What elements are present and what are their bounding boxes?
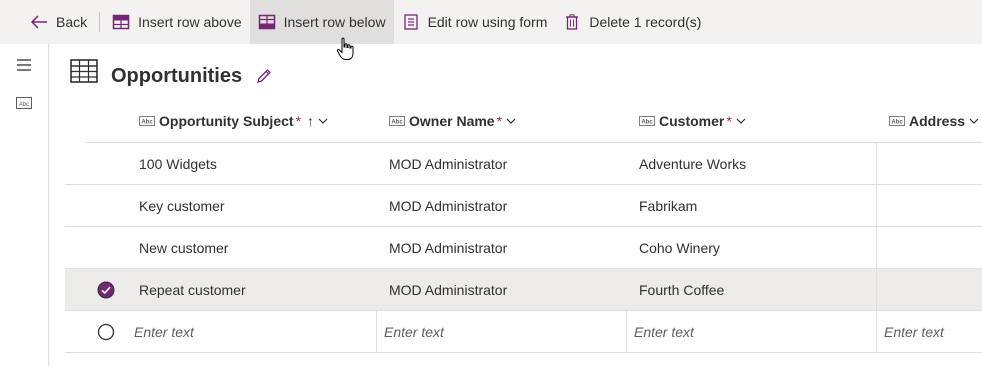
insert-row-below-button[interactable]: Insert row below	[249, 0, 394, 44]
text-column-icon: Abc	[889, 116, 905, 126]
new-customer-input[interactable]: Enter text	[634, 311, 694, 352]
chevron-down-icon	[969, 118, 979, 124]
insert-row-above-icon	[112, 13, 130, 31]
cell-owner[interactable]: MOD Administrator	[389, 269, 507, 310]
insert-row-below-label: Insert row below	[283, 14, 386, 30]
cell-divider	[876, 269, 877, 310]
text-column-icon: Abc	[389, 116, 405, 126]
checkmark-circle-icon[interactable]	[97, 281, 115, 299]
edit-row-form-button[interactable]: Edit row using form	[394, 0, 556, 44]
insert-row-above-label: Insert row above	[138, 14, 242, 30]
table-row[interactable]: Key customer MOD Administrator Fabrikam	[65, 185, 982, 227]
column-label: Customer	[659, 113, 725, 129]
cell-divider	[876, 227, 877, 268]
delete-records-button[interactable]: Delete 1 record(s)	[555, 0, 709, 44]
cell-divider	[876, 311, 877, 352]
new-row[interactable]: Enter text Enter text Enter text Enter t…	[65, 311, 982, 353]
cell-subject[interactable]: Key customer	[139, 185, 225, 226]
toolbar-divider	[99, 12, 101, 32]
cell-divider	[626, 311, 627, 352]
required-marker: *	[726, 113, 732, 129]
table-icon	[70, 59, 98, 88]
chevron-down-icon	[318, 118, 328, 124]
text-column-icon: Abc	[639, 116, 655, 126]
empty-circle-icon[interactable]	[97, 323, 115, 341]
trash-icon	[563, 13, 581, 31]
cell-subject[interactable]: Repeat customer	[139, 269, 246, 310]
column-label: Opportunity Subject	[159, 113, 294, 129]
form-icon	[402, 13, 420, 31]
delete-records-label: Delete 1 record(s)	[589, 14, 702, 30]
cell-customer[interactable]: Coho Winery	[639, 227, 720, 268]
required-marker: *	[295, 113, 302, 129]
insert-row-above-button[interactable]: Insert row above	[104, 0, 250, 44]
svg-text:Abc: Abc	[19, 102, 29, 108]
cell-subject[interactable]: New customer	[139, 227, 228, 268]
insert-row-below-icon	[258, 13, 276, 31]
column-label: Owner Name	[409, 113, 495, 129]
chevron-down-icon	[506, 118, 516, 124]
back-label: Back	[56, 14, 88, 30]
new-owner-input[interactable]: Enter text	[384, 311, 444, 352]
left-rail: Abc	[0, 44, 49, 366]
svg-text:Abc: Abc	[891, 120, 903, 126]
edit-pencil-icon[interactable]	[256, 68, 272, 89]
chevron-down-icon	[736, 118, 746, 124]
cell-divider	[876, 143, 877, 184]
cell-owner[interactable]: MOD Administrator	[389, 185, 507, 226]
column-header-opportunity-subject[interactable]: Abc Opportunity Subject * ↑	[139, 100, 328, 142]
back-button[interactable]: Back	[0, 0, 95, 44]
svg-text:Abc: Abc	[141, 120, 153, 126]
new-address-input[interactable]: Enter text	[884, 311, 944, 352]
cell-owner[interactable]: MOD Administrator	[389, 143, 507, 184]
page-title: Opportunities	[111, 65, 243, 87]
column-header-customer[interactable]: Abc Customer *	[639, 100, 746, 142]
hand-cursor-icon	[336, 37, 354, 60]
back-arrow-icon	[30, 13, 48, 31]
svg-text:Abc: Abc	[391, 120, 403, 126]
required-marker: *	[496, 113, 503, 129]
new-subject-input[interactable]: Enter text	[134, 311, 194, 352]
svg-text:Abc: Abc	[641, 120, 653, 126]
column-label: Address	[909, 113, 966, 129]
cell-owner[interactable]: MOD Administrator	[389, 227, 507, 268]
cell-customer[interactable]: Fourth Coffee	[639, 269, 724, 310]
table-row[interactable]: New customer MOD Administrator Coho Wine…	[65, 227, 982, 269]
hamburger-menu-icon[interactable]	[0, 58, 48, 72]
table-row[interactable]: 100 Widgets MOD Administrator Adventure …	[65, 143, 982, 185]
column-header-address[interactable]: Abc Address	[889, 100, 979, 142]
cell-customer[interactable]: Adventure Works	[639, 143, 746, 184]
text-field-icon[interactable]: Abc	[0, 97, 48, 109]
cell-subject[interactable]: 100 Widgets	[139, 143, 217, 184]
command-bar: Back Insert row above Insert row below E…	[0, 0, 982, 44]
column-header-owner-name[interactable]: Abc Owner Name *	[389, 100, 516, 142]
edit-row-form-label: Edit row using form	[427, 14, 548, 30]
text-column-icon: Abc	[139, 116, 155, 126]
sort-ascending-icon: ↑	[307, 113, 315, 129]
cell-customer[interactable]: Fabrikam	[639, 185, 697, 226]
cell-divider	[876, 185, 877, 226]
table-row-selected[interactable]: Repeat customer MOD Administrator Fourth…	[65, 269, 982, 311]
cell-divider	[376, 311, 377, 352]
